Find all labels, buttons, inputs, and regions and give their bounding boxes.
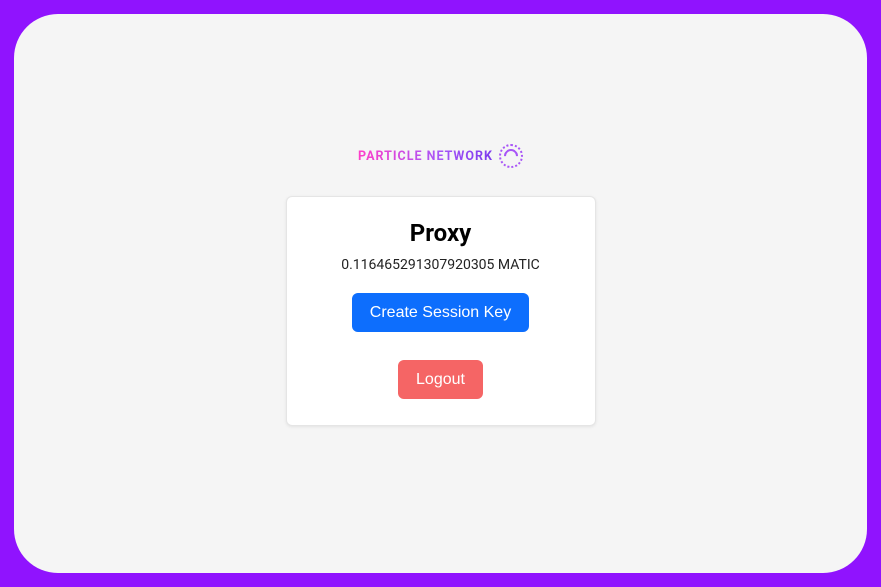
create-session-button[interactable]: Create Session Key xyxy=(352,293,529,332)
brand-logo: PARTICLE NETWORK xyxy=(358,144,523,168)
balance-display: 0.116465291307920305 MATIC xyxy=(307,257,575,273)
card-title: Proxy xyxy=(307,219,575,247)
brand-logo-text: PARTICLE NETWORK xyxy=(358,149,493,164)
app-frame: PARTICLE NETWORK Proxy 0.116465291307920… xyxy=(14,14,867,573)
proxy-card: Proxy 0.116465291307920305 MATIC Create … xyxy=(286,196,596,426)
logout-button[interactable]: Logout xyxy=(398,360,483,399)
brand-logo-icon xyxy=(499,144,523,168)
